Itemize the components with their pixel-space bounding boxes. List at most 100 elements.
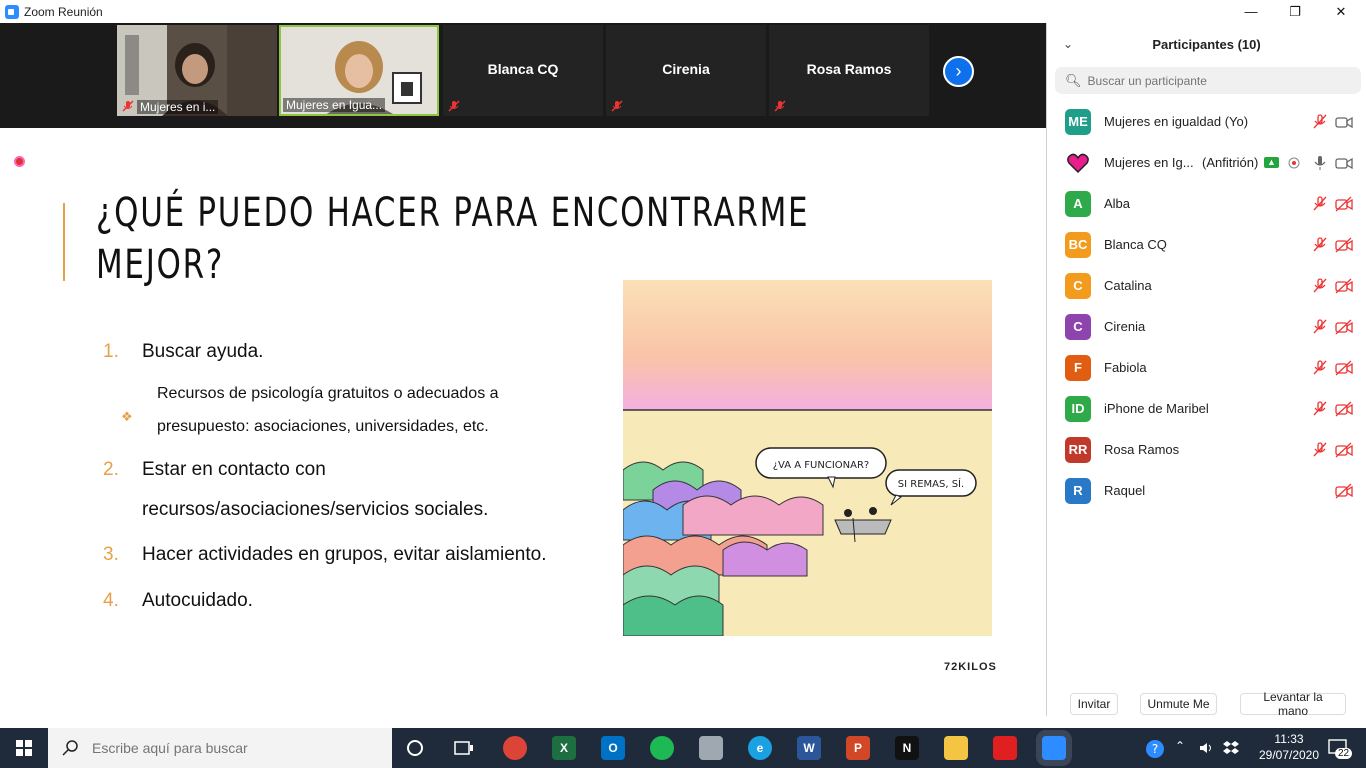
video-off-icon[interactable] <box>1335 360 1353 376</box>
video-off-icon[interactable] <box>1335 442 1353 458</box>
participant-row[interactable]: BC Blanca CQ <box>1047 224 1366 265</box>
word-label: W <box>803 741 815 755</box>
item-text: Autocuidado. <box>142 590 253 611</box>
participant-search-input[interactable] <box>1087 73 1348 88</box>
muted-mic-icon[interactable] <box>1311 195 1329 212</box>
avatar: C <box>1065 272 1091 299</box>
participant-row[interactable]: Mujeres en Ig... (Anfitrión) ▲ <box>1047 142 1366 183</box>
video-tile-blanca[interactable]: Blanca CQ <box>443 25 603 116</box>
powerpoint-icon[interactable]: P <box>846 736 870 760</box>
dropbox-icon[interactable] <box>1222 740 1240 756</box>
muted-mic-icon[interactable] <box>1311 400 1329 417</box>
tile-name: Rosa Ramos <box>806 61 892 77</box>
participant-row[interactable]: C Cirenia <box>1047 306 1366 347</box>
invite-button[interactable]: Invitar <box>1070 693 1118 715</box>
zoom-app-icon <box>5 4 19 19</box>
show-hidden-icons-chevron-icon[interactable]: ⌃ <box>1175 739 1185 753</box>
chrome-icon[interactable] <box>503 736 527 760</box>
video-off-icon[interactable] <box>1335 483 1353 499</box>
tile-caption: Mujeres en Igua... <box>283 98 386 112</box>
start-button[interactable] <box>0 728 48 768</box>
muted-mic-icon[interactable] <box>1311 277 1329 294</box>
word-icon[interactable]: W <box>797 736 821 760</box>
video-tile-participant-1[interactable]: Mujeres en i... <box>117 25 277 116</box>
unmute-me-button[interactable]: Unmute Me <box>1140 693 1217 715</box>
participant-row[interactable]: A Alba <box>1047 183 1366 224</box>
notification-center[interactable]: 22 <box>1327 737 1353 759</box>
video-tile-rosa[interactable]: Rosa Ramos <box>769 25 929 116</box>
task-view-icon[interactable] <box>454 739 474 757</box>
video-off-icon[interactable] <box>1335 237 1353 253</box>
notification-count: 22 <box>1335 748 1353 759</box>
tile-name: Blanca CQ <box>487 61 559 77</box>
window-title-bar: Zoom Reunión — ❐ ✕ <box>0 0 1366 23</box>
video-off-icon[interactable] <box>1335 278 1353 294</box>
participant-row[interactable]: F Fabiola <box>1047 347 1366 388</box>
participant-row[interactable]: R Raquel <box>1047 470 1366 511</box>
participant-name: Cirenia <box>1104 319 1146 334</box>
muted-mic-icon[interactable] <box>1311 236 1329 253</box>
item-number: 4. <box>103 590 119 611</box>
zoom-icon[interactable] <box>1042 736 1066 760</box>
panel-footer: Invitar Unmute Me Levantar la mano <box>1047 689 1366 718</box>
item-text-line-1: Estar en contacto con <box>142 459 326 480</box>
muted-mic-icon <box>611 100 623 112</box>
recording-indicator-icon <box>14 156 25 167</box>
participant-name: Catalina <box>1104 278 1152 293</box>
participant-row[interactable]: ID iPhone de Maribel <box>1047 388 1366 429</box>
taskbar-search-input[interactable] <box>92 740 382 756</box>
outlook-icon[interactable]: O <box>601 736 625 760</box>
search-icon: 🔍︎ <box>1065 72 1082 88</box>
acrobat-icon[interactable] <box>993 736 1017 760</box>
avatar: ME <box>1065 108 1091 135</box>
participant-search[interactable]: 🔍︎ <box>1055 67 1361 94</box>
video-tile-participant-2[interactable]: Mujeres en Igua... <box>279 25 439 116</box>
video-tile-cirenia[interactable]: Cirenia <box>606 25 766 116</box>
maximize-button[interactable]: ❐ <box>1272 0 1318 23</box>
muted-mic-icon[interactable] <box>1311 441 1329 458</box>
system-clock[interactable]: 11:33 29/07/2020 <box>1256 731 1322 763</box>
muted-mic-icon[interactable] <box>1311 113 1329 130</box>
ie-icon[interactable]: e <box>748 736 772 760</box>
participant-row[interactable]: C Catalina <box>1047 265 1366 306</box>
muted-mic-icon[interactable] <box>1311 359 1329 376</box>
explorer-icon[interactable] <box>944 736 968 760</box>
tile-name: Cirenia <box>662 61 710 77</box>
muted-mic-icon[interactable] <box>1311 318 1329 335</box>
participant-name: Rosa Ramos <box>1104 442 1180 457</box>
muted-mic-icon <box>122 100 134 112</box>
avatar: A <box>1065 190 1091 217</box>
taskbar-search[interactable] <box>48 728 392 768</box>
participant-row[interactable]: RR Rosa Ramos <box>1047 429 1366 470</box>
cortana-icon[interactable] <box>406 739 424 757</box>
next-page-button[interactable]: › <box>943 56 974 87</box>
volume-icon[interactable] <box>1198 740 1214 756</box>
avatar: RR <box>1065 436 1091 463</box>
participant-name: Mujeres en igualdad (Yo) <box>1104 114 1249 129</box>
participant-row[interactable]: ME Mujeres en igualdad (Yo) <box>1047 101 1366 142</box>
video-camera-icon[interactable] <box>1335 155 1353 171</box>
participant-name: Blanca CQ <box>1104 237 1167 252</box>
video-camera-icon[interactable] <box>1335 114 1353 130</box>
video-off-icon[interactable] <box>1335 196 1353 212</box>
video-off-icon[interactable] <box>1335 319 1353 335</box>
spotify-icon[interactable] <box>650 736 674 760</box>
netflix-icon[interactable]: N <box>895 736 919 760</box>
item-text: Buscar ayuda. <box>142 341 264 362</box>
item-text-line-2: recursos/asociaciones/servicios sociales… <box>142 499 489 520</box>
participant-name: Fabiola <box>1104 360 1147 375</box>
excel-icon[interactable]: X <box>552 736 576 760</box>
help-icon[interactable]: ? <box>1144 738 1166 760</box>
participant-name: iPhone de Maribel <box>1104 401 1209 416</box>
mic-icon[interactable] <box>1311 155 1329 171</box>
paint-icon[interactable] <box>699 736 723 760</box>
video-strip: Mujeres en i... Mujeres en Igua... Blanc… <box>0 23 1046 128</box>
raise-hand-button[interactable]: Levantar la mano <box>1240 690 1346 718</box>
video-off-icon[interactable] <box>1335 401 1353 417</box>
title-accent-bar <box>63 203 65 281</box>
clock-time: 11:33 <box>1274 732 1304 746</box>
minimize-button[interactable]: — <box>1228 0 1274 23</box>
powerpoint-label: P <box>853 741 862 755</box>
share-screen-badge-icon: ▲ <box>1264 157 1279 168</box>
close-button[interactable]: ✕ <box>1318 0 1364 23</box>
